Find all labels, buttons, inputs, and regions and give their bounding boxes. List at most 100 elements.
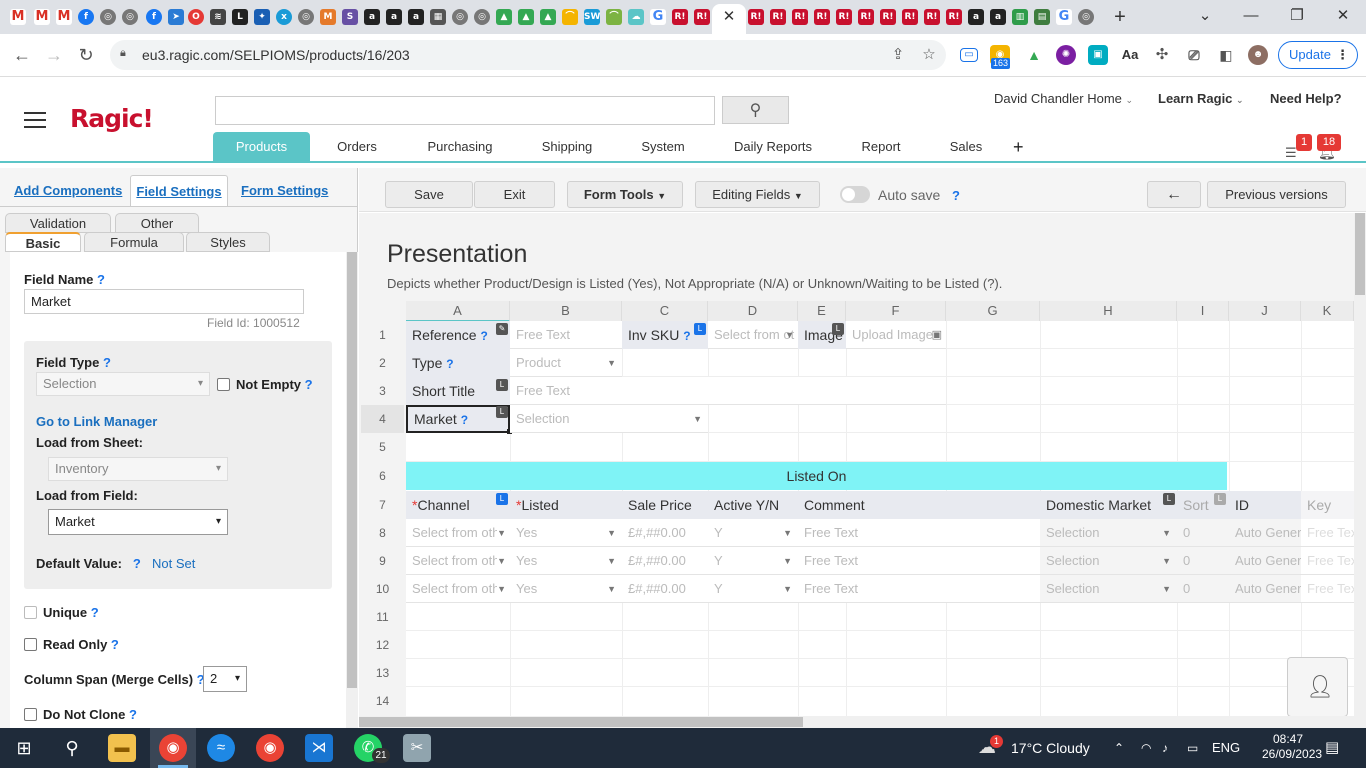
column-header[interactable]: G <box>946 301 1040 321</box>
tab-shipping[interactable]: Shipping <box>532 132 602 162</box>
cloud-tab-icon[interactable]: ☁ <box>628 9 644 25</box>
battery-icon[interactable]: ▭ <box>1187 740 1198 756</box>
extension-card-icon[interactable]: ▭ <box>960 48 978 62</box>
link-icon[interactable]: L <box>496 493 508 505</box>
row-header[interactable]: 10 <box>361 575 404 603</box>
link-icon[interactable]: L <box>496 406 508 418</box>
amazon-tab-icon[interactable]: a <box>386 9 402 25</box>
send-tab-icon[interactable]: ➤ <box>168 9 184 25</box>
profile-avatar[interactable]: ☻ <box>1248 45 1268 65</box>
tab-formula[interactable]: Formula <box>84 232 184 252</box>
ragic-tab-icon[interactable]: R! <box>748 9 764 25</box>
opera-tab-icon[interactable]: O <box>188 9 204 25</box>
scrollbar-thumb[interactable] <box>359 717 803 727</box>
ragic-tab-icon[interactable]: R! <box>858 9 874 25</box>
row-header[interactable]: 3 <box>361 377 404 405</box>
close-tab-icon[interactable]: ✕ <box>720 6 738 28</box>
tab-styles[interactable]: Styles <box>186 232 270 252</box>
facebook-tab-icon[interactable]: f <box>78 9 94 25</box>
globe-tab-icon[interactable]: ◎ <box>474 9 490 25</box>
subtable-cell-sale-price[interactable]: £#,##0.00 <box>622 519 708 547</box>
tab-system[interactable]: System <box>632 132 694 162</box>
globe-tab-icon[interactable]: ◎ <box>1078 9 1094 25</box>
column-header[interactable]: D <box>708 301 798 321</box>
link-manager-link[interactable]: Go to Link Manager <box>36 414 157 429</box>
tab-add-components[interactable]: Add Components <box>6 175 130 206</box>
column-header[interactable]: J <box>1229 301 1301 321</box>
subtable-cell-id[interactable]: Auto Gener <box>1229 519 1301 547</box>
field-label-reference[interactable]: Reference ? <box>406 321 510 349</box>
amazon-tab-icon[interactable]: a <box>364 9 380 25</box>
cast-icon[interactable]: ⎚ <box>1184 45 1204 65</box>
field-label-short-title[interactable]: Short Title <box>406 377 510 405</box>
subtable-cell-listed[interactable]: Yes ▼ <box>510 519 622 547</box>
column-header[interactable]: I <box>1177 301 1229 321</box>
reference-field[interactable]: Free Text <box>510 321 622 349</box>
subtable-header-listed[interactable]: *Listed <box>510 491 622 519</box>
column-header[interactable]: F <box>846 301 946 321</box>
help-icon[interactable]: ? <box>446 357 453 371</box>
subtable-cell-active[interactable]: Y ▼ <box>708 519 798 547</box>
column-header[interactable]: K <box>1301 301 1354 321</box>
star-icon[interactable]: ☆ <box>919 45 939 65</box>
type-field[interactable]: Product ▼ <box>510 349 622 377</box>
section-header-listed-on[interactable]: Listed On <box>406 462 1227 490</box>
xero-tab-icon[interactable]: x <box>276 9 292 25</box>
help-icon[interactable]: ? <box>461 413 468 427</box>
help-icon[interactable]: ? <box>305 377 313 392</box>
globe-tab-icon[interactable]: ◎ <box>122 9 138 25</box>
stripes-tab-icon[interactable]: ≋ <box>210 9 226 25</box>
windows-start-icon[interactable]: ⊞ <box>10 734 38 762</box>
subtable-cell-channel[interactable]: Select from othe ▼ <box>406 575 510 603</box>
link-icon[interactable]: L <box>694 323 706 335</box>
sw-tab-icon[interactable]: SW <box>584 9 600 25</box>
square-extension-icon[interactable]: ▣ <box>1088 45 1108 65</box>
list-icon[interactable]: ☰ <box>1285 145 1297 161</box>
row-header[interactable]: 13 <box>361 659 404 687</box>
row-header[interactable]: 6 <box>361 462 404 490</box>
subtable-cell-key[interactable]: Free Tex <box>1301 575 1354 603</box>
subtable-cell-key[interactable]: Free Tex <box>1301 547 1354 575</box>
subtable-header-sale-price[interactable]: Sale Price <box>622 491 708 519</box>
google-tab-icon[interactable]: G <box>1056 9 1072 25</box>
subtable-cell-listed[interactable]: Yes ▼ <box>510 547 622 575</box>
drive-tab-icon[interactable]: ▲ <box>518 9 534 25</box>
sheet-tab-icon[interactable]: ▥ <box>1012 9 1028 25</box>
weather-text[interactable]: 17°C Cloudy <box>1011 740 1090 756</box>
editing-fields-button[interactable]: Editing Fields ▼ <box>695 181 820 208</box>
gmail-tab-icon[interactable]: M <box>10 9 26 25</box>
help-icon[interactable]: ? <box>97 272 105 287</box>
drive-extension-icon[interactable]: ▲ <box>1024 45 1044 65</box>
gmail-tab-icon[interactable]: M <box>56 9 72 25</box>
side-panel-icon[interactable]: ◧ <box>1216 45 1236 65</box>
amazon-tab-icon[interactable]: a <box>408 9 424 25</box>
tab-products[interactable]: Products <box>213 132 310 162</box>
hamburger-menu-icon[interactable] <box>24 112 46 130</box>
scrollbar-thumb[interactable] <box>1355 213 1365 295</box>
rainbow-tab-icon[interactable]: ⌒ <box>562 9 578 25</box>
s-tab-icon[interactable]: S <box>342 9 358 25</box>
save-button[interactable]: Save <box>385 181 473 208</box>
subtable-header-key[interactable]: Key <box>1301 491 1354 519</box>
row-header[interactable]: 2 <box>361 349 404 377</box>
subtable-cell-domestic-market[interactable]: Selection ▼ <box>1040 575 1177 603</box>
file-explorer-icon[interactable]: ▬ <box>108 734 136 762</box>
column-span-select[interactable]: 2 ▾ <box>203 666 247 692</box>
subtable-cell-sale-price[interactable]: £#,##0.00 <box>622 547 708 575</box>
bird-tab-icon[interactable]: ✦ <box>254 9 270 25</box>
rainbow-tab-icon[interactable]: ⌒ <box>606 9 622 25</box>
link-icon[interactable]: L <box>832 323 844 335</box>
tab-form-settings[interactable]: Form Settings <box>233 175 336 206</box>
ragic-logo[interactable]: Ragic! <box>70 104 154 133</box>
ragic-tab-icon[interactable]: R! <box>924 9 940 25</box>
subtable-cell-comment[interactable]: Free Text <box>798 575 1040 603</box>
row-header[interactable]: 7 <box>361 491 404 519</box>
drive-tab-icon[interactable]: ▲ <box>540 9 556 25</box>
magento-tab-icon[interactable]: M <box>320 9 336 25</box>
tab-search-icon[interactable]: ⌄ <box>1182 0 1228 32</box>
ragic-tab-icon[interactable]: R! <box>672 9 688 25</box>
help-icon[interactable]: ? <box>952 188 960 203</box>
subtable-header-id[interactable]: ID <box>1229 491 1301 519</box>
amazon-tab-icon[interactable]: a <box>990 9 1006 25</box>
globe-tab-icon[interactable]: ◎ <box>452 9 468 25</box>
